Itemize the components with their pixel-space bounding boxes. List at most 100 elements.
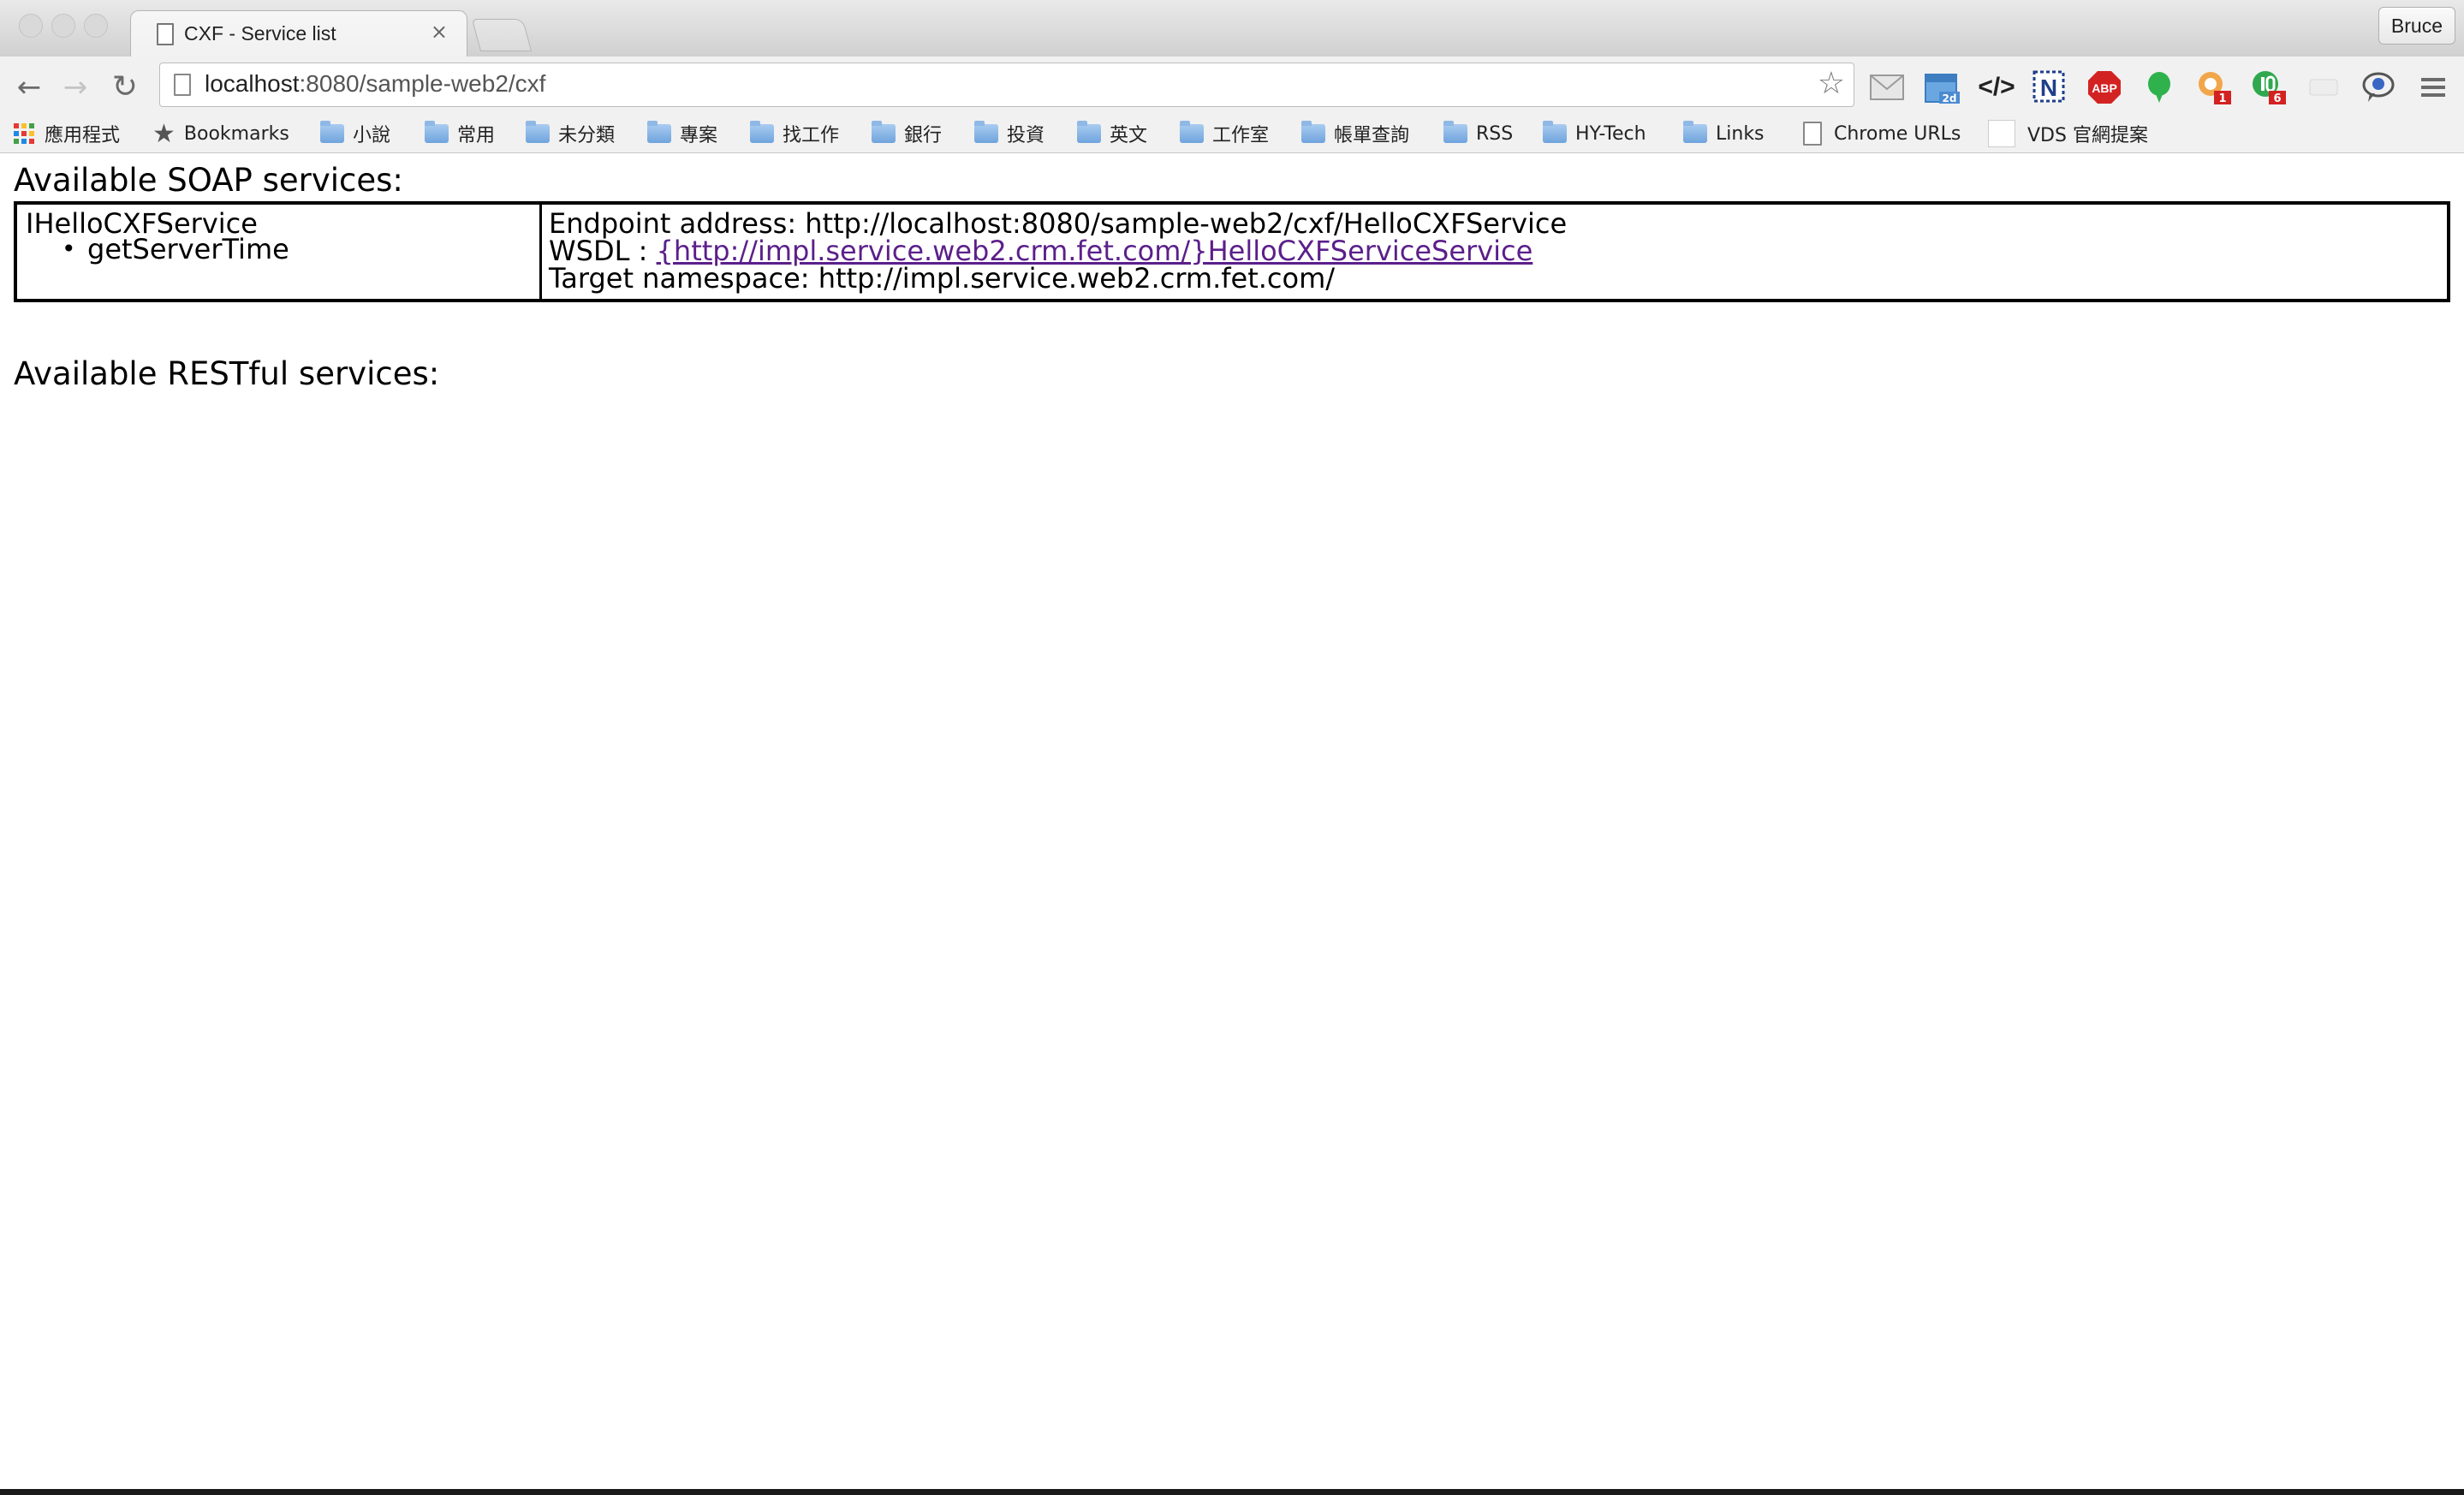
bookmark-label: Bookmarks bbox=[183, 122, 289, 145]
folder-icon bbox=[872, 121, 896, 143]
bookmark-vds-proposal[interactable]: VDS 官網提案 bbox=[1988, 120, 2148, 147]
soap-services-heading: Available SOAP services: bbox=[14, 162, 403, 199]
minimize-window-button[interactable] bbox=[51, 14, 75, 38]
bookmark-label: HY-Tech bbox=[1575, 122, 1646, 145]
close-window-button[interactable] bbox=[19, 14, 43, 38]
bookmark-folder-jobs[interactable]: 找工作 bbox=[750, 120, 839, 147]
gmail-icon[interactable] bbox=[1868, 68, 1906, 106]
folder-icon bbox=[526, 121, 550, 143]
browser-toolbar: ← → ↻ localhost:8080/sample-web2/cxf ☆ 2… bbox=[0, 57, 2464, 115]
menu-icon[interactable] bbox=[2414, 68, 2452, 106]
bookmark-label: RSS bbox=[1476, 122, 1514, 145]
bookmark-folder-bank[interactable]: 銀行 bbox=[872, 120, 942, 147]
svg-text:N: N bbox=[2040, 74, 2057, 101]
folder-icon bbox=[1180, 121, 1204, 143]
bookmark-label: 銀行 bbox=[904, 125, 943, 146]
bookmark-star-icon[interactable]: ☆ bbox=[1818, 66, 1845, 101]
page-icon bbox=[174, 74, 191, 96]
bookmarks-bar: 應用程式 ★ Bookmarks 小說 常用 未分類 專案 找工作 銀行 投資 … bbox=[0, 115, 2464, 153]
new-tab-button[interactable] bbox=[471, 19, 533, 51]
bookmark-label: 找工作 bbox=[783, 125, 840, 146]
reload-icon[interactable]: ↻ bbox=[108, 70, 142, 104]
rest-services-heading: Available RESTful services: bbox=[14, 355, 440, 392]
folder-icon bbox=[647, 121, 671, 143]
zoom-window-button[interactable] bbox=[84, 14, 108, 38]
bookmark-label: 常用 bbox=[457, 125, 496, 146]
namespace-label: Target namespace: bbox=[549, 262, 810, 295]
notification-icon[interactable]: 1 bbox=[2195, 68, 2233, 106]
bookmark-label: 專案 bbox=[680, 125, 718, 146]
operations-list: getServerTime bbox=[62, 235, 289, 263]
tab-title: CXF - Service list bbox=[184, 22, 336, 45]
bookmark-apps[interactable]: 應用程式 bbox=[14, 120, 120, 147]
bookmark-folder-uncategorized[interactable]: 未分類 bbox=[526, 120, 615, 147]
namespace-value: http://impl.service.web2.crm.fet.com/ bbox=[818, 262, 1336, 295]
forward-arrow-icon[interactable]: → bbox=[58, 70, 92, 104]
blank-page-icon bbox=[1988, 120, 2015, 147]
folder-icon bbox=[1077, 121, 1101, 143]
n-extension-icon[interactable]: N bbox=[2031, 68, 2068, 106]
folder-icon bbox=[425, 121, 449, 143]
code-view-icon[interactable]: </> bbox=[1978, 68, 2015, 106]
service-name-cell: IHelloCXFService getServerTime bbox=[17, 205, 542, 299]
page-content: Available SOAP services: IHelloCXFServic… bbox=[0, 153, 2464, 1489]
evernote-icon[interactable] bbox=[2140, 68, 2178, 106]
soap-services-table: IHelloCXFService getServerTime Endpoint … bbox=[14, 201, 2450, 302]
calendar-icon[interactable]: 2d bbox=[1923, 68, 1961, 106]
bookmark-folder-english[interactable]: 英文 bbox=[1077, 120, 1147, 147]
operation-item: getServerTime bbox=[62, 235, 289, 263]
folder-icon bbox=[974, 121, 998, 143]
folder-icon bbox=[1301, 121, 1325, 143]
namespace-row: Target namespace: http://impl.service.we… bbox=[549, 265, 1335, 292]
service-details-cell: Endpoint address: http://localhost:8080/… bbox=[542, 205, 2447, 299]
folder-icon bbox=[750, 121, 774, 143]
profile-button[interactable]: Bruce bbox=[2378, 7, 2455, 45]
bookmark-label: 英文 bbox=[1110, 125, 1148, 146]
bookmark-folder-novels[interactable]: 小說 bbox=[320, 120, 390, 147]
bookmark-bookmarks[interactable]: ★ Bookmarks bbox=[152, 118, 289, 149]
abp-label: ABP bbox=[2092, 81, 2117, 95]
url-path: :8080/sample-web2/cxf bbox=[299, 70, 546, 97]
url-text[interactable]: localhost:8080/sample-web2/cxf bbox=[205, 70, 545, 98]
folder-icon bbox=[1443, 121, 1467, 143]
bookmark-folder-studio[interactable]: 工作室 bbox=[1180, 120, 1269, 147]
browser-tab[interactable]: CXF - Service list × bbox=[130, 10, 467, 58]
bookmark-label: 小說 bbox=[353, 125, 391, 146]
back-arrow-icon[interactable]: ← bbox=[12, 70, 46, 104]
url-host: localhost bbox=[205, 70, 300, 97]
folder-icon bbox=[320, 121, 344, 143]
bookmark-label: Links bbox=[1716, 122, 1765, 145]
title-bar: CXF - Service list × Bruce bbox=[0, 0, 2464, 58]
page-icon bbox=[157, 23, 174, 45]
bookmark-label: 帳單查詢 bbox=[1334, 125, 1410, 146]
id-badge: 6 bbox=[2273, 92, 2281, 105]
adblock-plus-icon[interactable]: ABP bbox=[2086, 68, 2123, 106]
bookmark-label: VDS 官網提案 bbox=[2027, 125, 2148, 146]
bookmark-label: 未分類 bbox=[558, 125, 616, 146]
wsdl-row: WSDL : {http://impl.service.web2.crm.fet… bbox=[549, 237, 1533, 265]
bookmark-label: Chrome URLs bbox=[1834, 122, 1961, 145]
address-bar[interactable]: localhost:8080/sample-web2/cxf ☆ bbox=[159, 63, 1854, 107]
chat-bubble-icon[interactable] bbox=[2360, 68, 2397, 106]
bookmark-chrome-urls[interactable]: Chrome URLs bbox=[1803, 120, 1961, 147]
bookmark-folder-common[interactable]: 常用 bbox=[425, 120, 495, 147]
bookmark-folder-links[interactable]: Links bbox=[1683, 120, 1765, 147]
bookmark-folder-rss[interactable]: RSS bbox=[1443, 120, 1513, 147]
page-icon bbox=[1803, 122, 1822, 146]
notification-badge: 1 bbox=[2218, 92, 2226, 105]
translate-icon[interactable] bbox=[2305, 68, 2342, 106]
bookmark-label: 工作室 bbox=[1212, 125, 1270, 146]
window-bottom-edge bbox=[0, 1489, 2464, 1495]
id-extension-icon[interactable]: 6 bbox=[2250, 68, 2288, 106]
apps-grid-icon bbox=[14, 123, 34, 144]
bookmark-folder-projects[interactable]: 專案 bbox=[647, 120, 717, 147]
close-tab-icon[interactable]: × bbox=[431, 20, 448, 44]
bookmark-label: 應用程式 bbox=[45, 125, 121, 146]
bookmark-folder-hy-tech[interactable]: HY-Tech bbox=[1543, 120, 1646, 147]
star-icon: ★ bbox=[152, 118, 176, 149]
folder-icon bbox=[1683, 121, 1707, 143]
bookmark-folder-investment[interactable]: 投資 bbox=[974, 120, 1045, 147]
bookmark-label: 投資 bbox=[1007, 125, 1045, 146]
bookmark-folder-bills[interactable]: 帳單查詢 bbox=[1301, 120, 1409, 147]
endpoint-row: Endpoint address: http://localhost:8080/… bbox=[549, 210, 1567, 237]
